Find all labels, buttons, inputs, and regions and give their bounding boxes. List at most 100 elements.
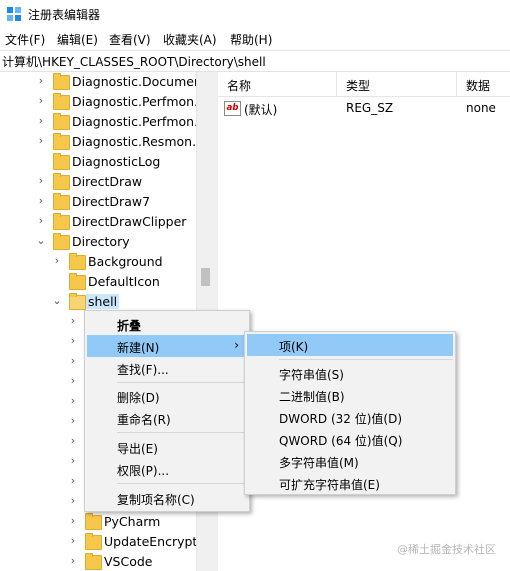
tree-item[interactable]: › UpdateEncryptio bbox=[0, 532, 208, 552]
value-data: none bbox=[466, 101, 496, 115]
chevron-right-icon[interactable]: › bbox=[67, 335, 79, 347]
folder-icon bbox=[53, 73, 70, 90]
folder-icon bbox=[53, 133, 70, 150]
tree-item[interactable]: › Diagnostic.Perfmon.C bbox=[0, 92, 207, 112]
menu-item-label: 折叠 bbox=[117, 319, 142, 333]
chevron-right-icon[interactable]: › bbox=[67, 415, 79, 427]
folder-icon bbox=[53, 113, 70, 130]
chevron-right-icon[interactable]: › bbox=[35, 75, 47, 87]
scrollbar-thumb[interactable] bbox=[201, 268, 210, 286]
menu-item-label: 可扩充字符串值(E) bbox=[279, 478, 380, 492]
tree-item-label: Diagnostic.Resmon.C bbox=[72, 134, 205, 149]
tree-item-label: PyCharm bbox=[104, 514, 161, 529]
menu-item-new[interactable]: 新建(N) › bbox=[87, 335, 247, 357]
chevron-right-icon[interactable]: › bbox=[67, 375, 79, 387]
chevron-right-icon[interactable]: › bbox=[35, 95, 47, 107]
string-value-icon: ab bbox=[224, 101, 241, 116]
menu-separator bbox=[117, 382, 247, 383]
tree-item-label: Background bbox=[88, 254, 163, 269]
tree-item[interactable]: DefaultIcon bbox=[0, 272, 196, 292]
tree-item-label: VSCode bbox=[104, 554, 153, 569]
column-divider[interactable] bbox=[456, 72, 457, 96]
menu-item-export[interactable]: 导出(E) bbox=[87, 436, 247, 458]
menu-help[interactable]: 帮助(H) bbox=[230, 31, 272, 48]
tree-item-label: Directory bbox=[72, 234, 130, 249]
menu-item-label: 字符串值(S) bbox=[279, 368, 344, 382]
tree-item-label: shell bbox=[86, 294, 120, 309]
tree-item[interactable]: › Diagnostic.Resmon.C bbox=[0, 132, 205, 152]
chevron-right-icon[interactable]: › bbox=[35, 135, 47, 147]
submenu-item-expandable-string-value[interactable]: 可扩充字符串值(E) bbox=[247, 472, 453, 494]
folder-icon bbox=[85, 513, 102, 530]
address-path[interactable]: 计算机\HKEY_CLASSES_ROOT\Directory\shell bbox=[2, 53, 266, 70]
submenu-item-dword-value[interactable]: DWORD (32 位)值(D) bbox=[247, 406, 453, 428]
submenu-item-multi-string-value[interactable]: 多字符串值(M) bbox=[247, 450, 453, 472]
window-title: 注册表编辑器 bbox=[28, 8, 101, 22]
menu-item-collapse[interactable]: 折叠 bbox=[87, 313, 247, 335]
chevron-right-icon[interactable]: › bbox=[67, 495, 79, 507]
title-bar: 注册表编辑器 bbox=[0, 0, 510, 28]
chevron-down-icon[interactable]: ⌄ bbox=[35, 235, 47, 247]
menu-file[interactable]: 文件(F) bbox=[5, 31, 45, 48]
chevron-right-icon[interactable]: › bbox=[67, 555, 79, 567]
tree-item[interactable]: › Background bbox=[0, 252, 196, 272]
chevron-right-icon[interactable]: › bbox=[67, 535, 79, 547]
chevron-right-icon[interactable]: › bbox=[35, 215, 47, 227]
menu-item-label: 多字符串值(M) bbox=[279, 456, 359, 470]
chevron-right-icon[interactable]: › bbox=[67, 515, 79, 527]
menu-item-permissions[interactable]: 权限(P)... bbox=[87, 458, 247, 480]
chevron-right-icon[interactable]: › bbox=[35, 195, 47, 207]
chevron-down-icon[interactable]: ⌄ bbox=[51, 295, 63, 307]
submenu-item-binary-value[interactable]: 二进制值(B) bbox=[247, 384, 453, 406]
chevron-right-icon[interactable]: › bbox=[67, 455, 79, 467]
chevron-right-icon[interactable]: › bbox=[35, 175, 47, 187]
submenu-item-key[interactable]: 项(K) bbox=[247, 334, 453, 356]
menu-item-label: QWORD (64 位)值(Q) bbox=[279, 434, 403, 448]
submenu-item-string-value[interactable]: 字符串值(S) bbox=[247, 362, 453, 384]
chevron-right-icon[interactable]: › bbox=[67, 315, 79, 327]
tree-item-label: DirectDrawClipper bbox=[72, 214, 187, 229]
chevron-right-icon[interactable]: › bbox=[67, 395, 79, 407]
tree-item[interactable]: › DirectDrawClipper bbox=[0, 212, 196, 232]
chevron-right-icon[interactable]: › bbox=[67, 475, 79, 487]
tree-item-label: Diagnostic.Perfmon.C bbox=[72, 94, 207, 109]
column-header-name[interactable]: 名称 bbox=[227, 77, 251, 94]
chevron-right-icon[interactable]: › bbox=[67, 435, 79, 447]
column-header-type[interactable]: 类型 bbox=[346, 77, 370, 94]
tree-item[interactable]: ⌄ Directory bbox=[0, 232, 196, 252]
menu-edit[interactable]: 编辑(E) bbox=[57, 31, 98, 48]
tree-item[interactable]: › VSCode bbox=[0, 552, 196, 571]
values-pane[interactable]: 名称 类型 数据 ab (默认) REG_SZ none bbox=[218, 72, 510, 571]
chevron-right-icon[interactable]: › bbox=[51, 255, 63, 267]
menu-item-find[interactable]: 查找(F)... bbox=[87, 357, 247, 379]
folder-icon bbox=[69, 253, 86, 270]
chevron-right-icon[interactable]: › bbox=[35, 115, 47, 127]
menu-item-label: 复制项名称(C) bbox=[117, 493, 195, 507]
value-type: REG_SZ bbox=[346, 101, 394, 115]
tree-item[interactable]: › Diagnostic.Document bbox=[0, 72, 207, 92]
menu-item-delete[interactable]: 删除(D) bbox=[87, 385, 247, 407]
folder-icon bbox=[69, 273, 86, 290]
column-divider[interactable] bbox=[336, 72, 337, 96]
tree-item-label: DiagnosticLog bbox=[72, 154, 161, 169]
menu-item-rename[interactable]: 重命名(R) bbox=[87, 407, 247, 429]
folder-icon bbox=[85, 533, 102, 550]
column-header-data[interactable]: 数据 bbox=[466, 77, 490, 94]
table-row[interactable]: ab (默认) REG_SZ none bbox=[218, 98, 510, 118]
chevron-right-icon[interactable]: › bbox=[67, 355, 79, 367]
tree-item[interactable]: › PyCharm bbox=[0, 512, 196, 532]
tree-item[interactable]: › DirectDraw7 bbox=[0, 192, 196, 212]
folder-icon bbox=[53, 193, 70, 210]
menu-item-copy-key-name[interactable]: 复制项名称(C) bbox=[87, 487, 247, 509]
tree-item[interactable]: › DirectDraw bbox=[0, 172, 196, 192]
tree-item[interactable]: DiagnosticLog bbox=[0, 152, 196, 172]
menu-view[interactable]: 查看(V) bbox=[109, 31, 151, 48]
address-bar[interactable]: 计算机\HKEY_CLASSES_ROOT\Directory\shell bbox=[0, 50, 510, 72]
menu-item-label: 项(K) bbox=[279, 340, 309, 354]
tree-item[interactable]: › Diagnostic.Perfmon.D bbox=[0, 112, 208, 132]
menu-favorites[interactable]: 收藏夹(A) bbox=[163, 31, 217, 48]
watermark: @稀土掘金技术社区 bbox=[397, 543, 496, 556]
submenu-item-qword-value[interactable]: QWORD (64 位)值(Q) bbox=[247, 428, 453, 450]
folder-icon bbox=[85, 553, 102, 570]
tree-item-selected[interactable]: ⌄ shell bbox=[0, 292, 196, 312]
